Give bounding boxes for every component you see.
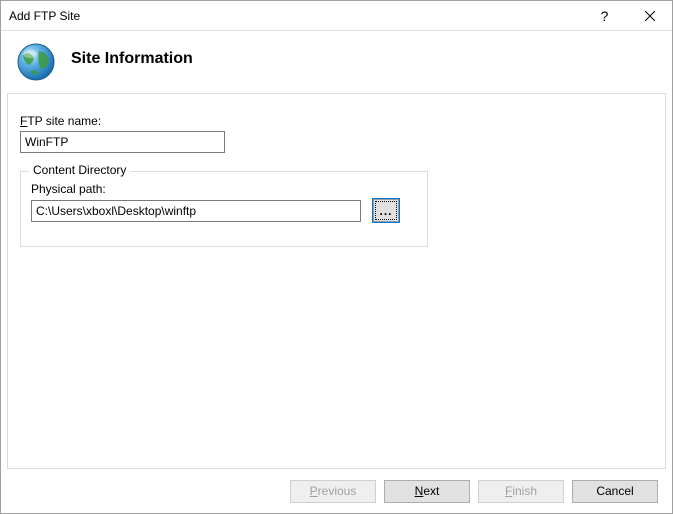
site-name-label: FTP site name: xyxy=(20,114,653,128)
previous-button: Previous xyxy=(290,480,376,503)
globe-icon xyxy=(15,41,57,83)
titlebar: Add FTP Site ? xyxy=(1,1,672,31)
close-icon xyxy=(645,11,655,21)
physical-path-input[interactable] xyxy=(31,200,361,222)
wizard-footer: Previous Next Finish Cancel xyxy=(1,469,672,513)
physical-path-label: Physical path: xyxy=(31,182,417,196)
cancel-button[interactable]: Cancel xyxy=(572,480,658,503)
site-name-input[interactable] xyxy=(20,131,225,153)
finish-button: Finish xyxy=(478,480,564,503)
next-button[interactable]: Next xyxy=(384,480,470,503)
window-title: Add FTP Site xyxy=(9,9,582,23)
content-directory-legend: Content Directory xyxy=(29,163,130,177)
page-title: Site Information xyxy=(71,50,193,74)
help-button[interactable]: ? xyxy=(582,1,627,30)
wizard-header: Site Information xyxy=(1,31,672,93)
wizard-content: FTP site name: Content Directory Physica… xyxy=(7,93,666,469)
browse-button[interactable]: ... xyxy=(373,199,399,222)
content-directory-group: Content Directory Physical path: ... xyxy=(20,171,428,247)
close-button[interactable] xyxy=(627,1,672,30)
